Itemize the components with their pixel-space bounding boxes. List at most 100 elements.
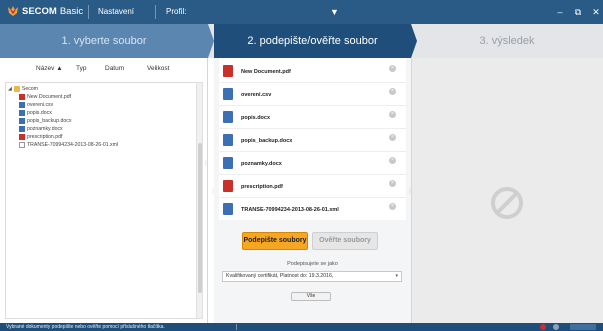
menu-settings[interactable]: Nastavení bbox=[98, 7, 134, 17]
step-arrow bbox=[411, 24, 417, 58]
profile-dropdown-icon[interactable]: ▼ bbox=[330, 6, 339, 18]
document-file-icon bbox=[223, 157, 233, 169]
tree-item-label: popis.docx bbox=[27, 110, 52, 116]
app-title: SECOM Basic bbox=[22, 6, 83, 18]
remove-file-icon[interactable]: × bbox=[389, 65, 396, 72]
status-message: Vybrané dokumenty podepište nebo ověřte … bbox=[6, 324, 165, 330]
tree-item-label: New Document.pdf bbox=[27, 94, 72, 100]
minimize-button[interactable]: – bbox=[554, 6, 566, 18]
file-row[interactable]: popis_backup.docx × bbox=[219, 129, 406, 152]
remove-file-icon[interactable]: × bbox=[389, 180, 396, 187]
certificate-select[interactable]: Kvalifikovaný certifikát, Platnost do: 1… bbox=[222, 271, 402, 282]
document-file-icon bbox=[223, 203, 233, 215]
file-name: popis_backup.docx bbox=[241, 138, 293, 144]
result-panel bbox=[411, 58, 603, 323]
verify-files-button[interactable]: Ověřte soubory bbox=[312, 232, 378, 250]
menu-profile-label: Profil: bbox=[166, 7, 187, 16]
tree-item-label: overeni.csv bbox=[27, 102, 54, 108]
pdf-file-icon bbox=[19, 134, 25, 140]
document-file-icon bbox=[223, 88, 233, 100]
file-name: poznamky.docx bbox=[241, 161, 282, 167]
tree-item-label: poznamky.docx bbox=[27, 126, 63, 132]
file-row[interactable]: prescription.pdf × bbox=[219, 175, 406, 198]
tree-item[interactable]: TRANSE-70994234-2013-08-26-01.xml bbox=[19, 141, 118, 149]
certificate-value: Kvalifikovaný certifikát, Platnost do: 1… bbox=[226, 273, 334, 279]
file-name: overeni.csv bbox=[241, 92, 272, 98]
panel-splitter-handle[interactable]: ⋮ bbox=[210, 188, 216, 200]
file-name: New Document.pdf bbox=[241, 69, 291, 75]
step-select-file[interactable]: 1. vyberte soubor bbox=[0, 24, 208, 58]
pdf-file-icon bbox=[19, 94, 25, 100]
file-row[interactable]: poznamky.docx × bbox=[219, 152, 406, 175]
column-type[interactable]: Typ bbox=[76, 65, 86, 72]
tree-item[interactable]: New Document.pdf bbox=[19, 93, 71, 101]
document-file-icon bbox=[19, 110, 25, 116]
remove-file-icon[interactable]: × bbox=[389, 88, 396, 95]
step-bar: 1. vyberte soubor 2. podepište/ověřte so… bbox=[0, 24, 603, 58]
tree-folder[interactable]: ◢ Secom bbox=[8, 85, 38, 93]
panel-splitter-handle[interactable]: ⋮ bbox=[203, 160, 209, 172]
tree-item[interactable]: prescription.pdf bbox=[19, 133, 62, 141]
restore-button[interactable]: ⧉ bbox=[572, 6, 584, 18]
scrollbar-thumb[interactable] bbox=[198, 143, 202, 293]
app-edition: Basic bbox=[59, 6, 84, 17]
document-file-icon bbox=[19, 126, 25, 132]
file-row[interactable]: New Document.pdf × bbox=[219, 60, 406, 83]
status-bar: Vybrané dokumenty podepište nebo ověřte … bbox=[0, 323, 603, 331]
file-row[interactable]: popis.docx × bbox=[219, 106, 406, 129]
remove-file-icon[interactable]: × bbox=[389, 203, 396, 210]
tree-item[interactable]: popis_backup.docx bbox=[19, 117, 71, 125]
tree-item-label: prescription.pdf bbox=[27, 134, 63, 140]
tree-scrollbar[interactable] bbox=[196, 82, 203, 319]
status-separator bbox=[236, 324, 237, 330]
close-button[interactable]: ✕ bbox=[590, 6, 602, 18]
file-name: popis.docx bbox=[241, 115, 271, 121]
menu-separator bbox=[88, 5, 89, 19]
column-name[interactable]: Název ▲ bbox=[36, 65, 63, 72]
document-file-icon bbox=[223, 111, 233, 123]
remove-file-icon[interactable]: × bbox=[389, 134, 396, 141]
folder-tree: ◢ Secom New Document.pdf overeni.csv pop… bbox=[5, 82, 197, 319]
step-result: 3. výsledek bbox=[411, 24, 603, 58]
column-date[interactable]: Datum bbox=[105, 65, 124, 72]
column-headers: Název ▲ Typ Datum Velikost bbox=[0, 58, 208, 80]
selected-files-list: New Document.pdf × overeni.csv × popis.d… bbox=[219, 58, 406, 220]
tree-item-label: Secom bbox=[21, 86, 39, 92]
panel-splitter-handle[interactable]: ⋮ bbox=[407, 188, 413, 200]
no-result-icon bbox=[491, 187, 523, 219]
expand-icon[interactable]: ◢ bbox=[8, 86, 12, 92]
pdf-file-icon bbox=[223, 180, 233, 192]
title-bar: SECOM Basic Nastavení Profil: ▼ – ⧉ ✕ bbox=[0, 0, 603, 24]
tree-item[interactable]: overeni.csv bbox=[19, 101, 53, 109]
file-browser-panel: Název ▲ Typ Datum Velikost ◢ Secom New D… bbox=[0, 58, 208, 323]
document-file-icon bbox=[19, 102, 25, 108]
folder-icon bbox=[13, 86, 20, 92]
tree-item-label: TRANSE-70994234-2013-08-26-01.xml bbox=[27, 142, 119, 148]
tree-item[interactable]: poznamky.docx bbox=[19, 125, 63, 133]
column-size[interactable]: Velikost bbox=[147, 65, 169, 72]
document-file-icon bbox=[223, 134, 233, 146]
app-brand: SECOM bbox=[22, 6, 57, 17]
file-name: prescription.pdf bbox=[241, 184, 283, 190]
status-info-icon[interactable] bbox=[553, 324, 559, 330]
step-sign-verify: 2. podepište/ověřte soubor bbox=[214, 24, 411, 58]
remove-file-icon[interactable]: × bbox=[389, 111, 396, 118]
sign-as-label: Podepisujete se jako bbox=[287, 261, 338, 267]
document-file-icon bbox=[19, 118, 25, 124]
chevron-down-icon[interactable]: ▾ bbox=[395, 272, 398, 281]
file-name: TRANSE-70994234-2013-08-26-01.xml bbox=[241, 207, 339, 213]
sign-files-button[interactable]: Podepište soubory bbox=[242, 232, 308, 250]
tree-item-label: popis_backup.docx bbox=[27, 118, 72, 124]
tree-item[interactable]: popis.docx bbox=[19, 109, 52, 117]
file-row[interactable]: TRANSE-70994234-2013-08-26-01.xml × bbox=[219, 198, 406, 221]
secom-logo-icon bbox=[8, 6, 18, 16]
select-all-button[interactable]: Vše bbox=[291, 292, 331, 301]
xml-file-icon bbox=[19, 142, 25, 148]
pdf-file-icon bbox=[223, 65, 233, 77]
sign-verify-panel: New Document.pdf × overeni.csv × popis.d… bbox=[214, 58, 411, 323]
file-row[interactable]: overeni.csv × bbox=[219, 83, 406, 106]
status-alert-icon[interactable] bbox=[540, 324, 546, 330]
remove-file-icon[interactable]: × bbox=[389, 157, 396, 164]
menu-separator bbox=[155, 5, 156, 19]
status-flag-icon[interactable] bbox=[570, 324, 596, 330]
